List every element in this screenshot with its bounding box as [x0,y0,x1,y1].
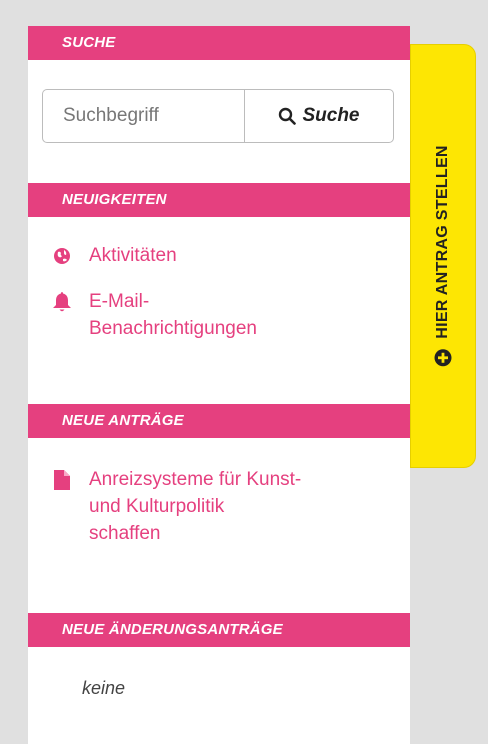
news-section-header: NEUIGKEITEN [28,183,410,217]
new-motions-section-header: NEUE ANTRÄGE [28,404,410,438]
email-notifications-label-line2: Benachrichtigungen [89,318,257,339]
activities-link[interactable]: Aktivitäten [52,242,177,269]
motion-title-line1: Anreizsysteme für Kunst- [89,469,302,490]
amendments-empty-note: keine [82,678,126,698]
email-notifications-link[interactable]: E-Mail- Benachrichtigungen [52,288,257,342]
new-amendments-section-header: NEUE ÄNDERUNGSANTRÄGE [28,613,410,647]
search-section-header: SUCHE [28,26,410,60]
search-form: Suche [42,89,394,143]
motion-link[interactable]: Anreizsysteme für Kunst- und Kulturpolit… [52,466,301,547]
motion-title-line2: und Kulturpolitik [89,496,225,517]
search-icon [278,107,297,125]
motion-title-line3: schaffen [89,523,161,544]
email-notifications-label-line1: E-Mail- [89,291,150,312]
bell-icon [52,288,72,315]
search-input[interactable] [42,89,244,143]
sidebar: SUCHE Suche NEUIGKEITEN Aktivitäten [28,26,410,744]
plus-circle-icon [434,349,452,367]
create-motion-tab-label: HIER ANTRAG STELLEN [434,145,451,339]
create-motion-tab[interactable]: HIER ANTRAG STELLEN [410,44,476,468]
globe-icon [52,242,72,269]
document-icon [52,466,72,493]
search-button[interactable]: Suche [244,89,394,143]
search-button-label: Suche [302,105,360,126]
activities-link-label: Aktivitäten [89,245,177,266]
